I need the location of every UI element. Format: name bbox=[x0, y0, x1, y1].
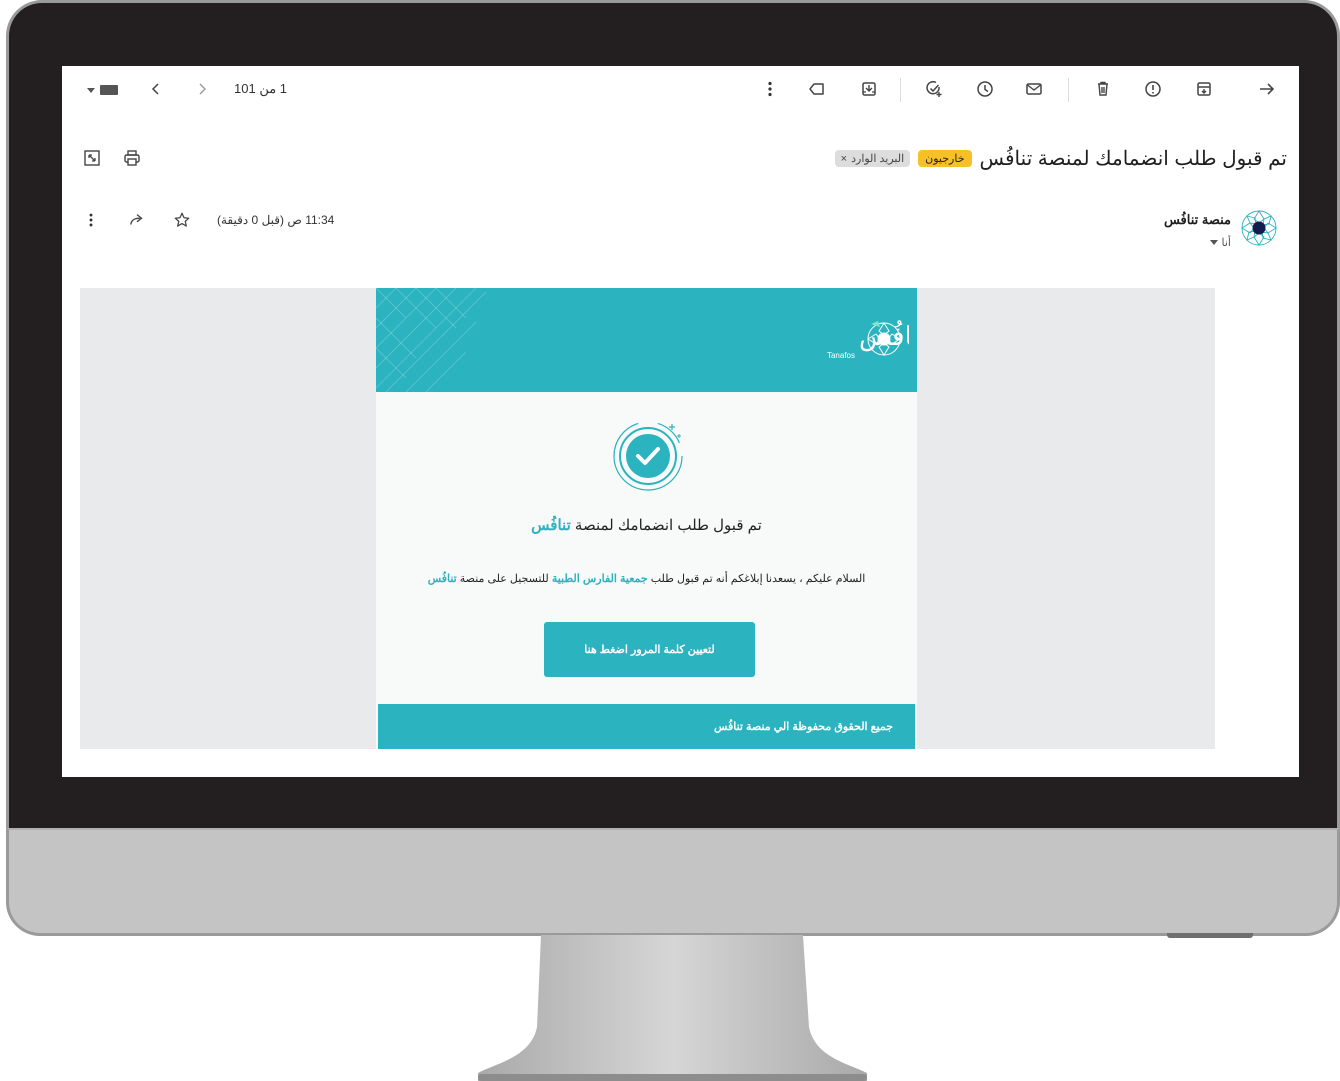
pattern-decoration bbox=[376, 288, 486, 392]
snooze-icon[interactable] bbox=[975, 79, 995, 99]
open-new-window-icon[interactable] bbox=[82, 148, 102, 168]
monitor-mockup: 1 من 101 تم قبول طلب انضمامك لمنصة تنافُ… bbox=[0, 0, 1340, 1081]
label-icon[interactable] bbox=[807, 79, 827, 99]
email-message: السلام عليكم ، يسعدنا إبلاغكم أنه تم قبو… bbox=[386, 572, 907, 585]
success-check-icon bbox=[613, 421, 683, 491]
set-password-button[interactable]: لتعيين كلمة المرور اضغط هنا bbox=[544, 622, 755, 677]
monitor-chin bbox=[6, 828, 1340, 938]
close-icon[interactable]: × bbox=[841, 153, 847, 165]
email-footer: جميع الحقوق محفوظة الي منصة تنافُس bbox=[378, 704, 915, 749]
logo-text: تنافُس bbox=[859, 320, 909, 352]
gmail-screen: 1 من 101 تم قبول طلب انضمامك لمنصة تنافُ… bbox=[62, 66, 1299, 777]
message-brand: تنافُس bbox=[427, 573, 457, 585]
keyboard-key-icon bbox=[100, 85, 118, 95]
toolbar-divider bbox=[900, 78, 901, 102]
email-heading-brand: تنافُس bbox=[531, 517, 571, 534]
sender-name[interactable]: منصة تنافُس bbox=[1164, 212, 1231, 228]
next-icon[interactable] bbox=[192, 79, 212, 99]
keyboard-icon[interactable] bbox=[87, 82, 127, 98]
tag-external[interactable]: خارجيون bbox=[918, 150, 972, 167]
subject-row: تم قبول طلب انضمامك لمنصة تنافُس خارجيون… bbox=[834, 146, 1288, 171]
email-heading-text: تم قبول طلب انضمامك لمنصة bbox=[574, 517, 762, 534]
tag-inbox[interactable]: البريد الوارد × bbox=[834, 150, 911, 167]
message-part-1: السلام عليكم ، يسعدنا إبلاغكم أنه تم قبو… bbox=[650, 573, 866, 585]
email-date: 11:34 ص (قبل 0 دقيقة) bbox=[217, 213, 335, 227]
email-heading: تم قبول طلب انضمامك لمنصة تنافُس bbox=[376, 516, 917, 534]
print-icon[interactable] bbox=[122, 148, 142, 168]
email-header-banner: تنافُس Tanafos bbox=[376, 288, 917, 392]
toolbar-divider bbox=[1068, 78, 1069, 102]
pager-text: 1 من 101 bbox=[234, 81, 288, 96]
star-icon[interactable] bbox=[173, 211, 191, 229]
logo-subtext: Tanafos bbox=[827, 351, 855, 360]
email-subject: تم قبول طلب انضمامك لمنصة تنافُس bbox=[979, 148, 1288, 170]
avatar bbox=[1241, 210, 1277, 246]
tag-inbox-label: البريد الوارد bbox=[851, 153, 905, 165]
recipient-toggle[interactable]: أنا bbox=[1209, 236, 1231, 249]
message-part-2: للتسجيل على منصة bbox=[459, 573, 549, 585]
more-vert-icon[interactable] bbox=[760, 79, 780, 99]
report-spam-icon[interactable] bbox=[1143, 79, 1163, 99]
message-toolbar: 1 من 101 bbox=[62, 66, 1299, 112]
prev-icon[interactable] bbox=[146, 79, 166, 99]
monitor-stand bbox=[478, 935, 867, 1081]
mark-unread-icon[interactable] bbox=[1024, 79, 1044, 99]
message-org: جمعية الفارس الطبية bbox=[551, 573, 648, 585]
chin-notch bbox=[1167, 933, 1253, 938]
forward-icon[interactable] bbox=[128, 211, 146, 229]
add-task-icon[interactable] bbox=[924, 79, 944, 99]
back-arrow-icon[interactable] bbox=[1257, 79, 1277, 99]
delete-icon[interactable] bbox=[1093, 79, 1113, 99]
recipient-label: أنا bbox=[1221, 237, 1231, 249]
chevron-down-icon bbox=[87, 87, 95, 93]
email-body: تنافُس Tanafos تم قبول طلب انضمامك لمنصة… bbox=[80, 288, 1215, 749]
move-to-icon[interactable] bbox=[859, 79, 879, 99]
archive-icon[interactable] bbox=[1194, 79, 1214, 99]
chevron-down-icon bbox=[1209, 240, 1218, 245]
email-card: تنافُس Tanafos تم قبول طلب انضمامك لمنصة… bbox=[376, 288, 917, 749]
tanafos-logo: تنافُس Tanafos bbox=[827, 320, 909, 360]
more-vert-icon[interactable] bbox=[82, 211, 100, 229]
